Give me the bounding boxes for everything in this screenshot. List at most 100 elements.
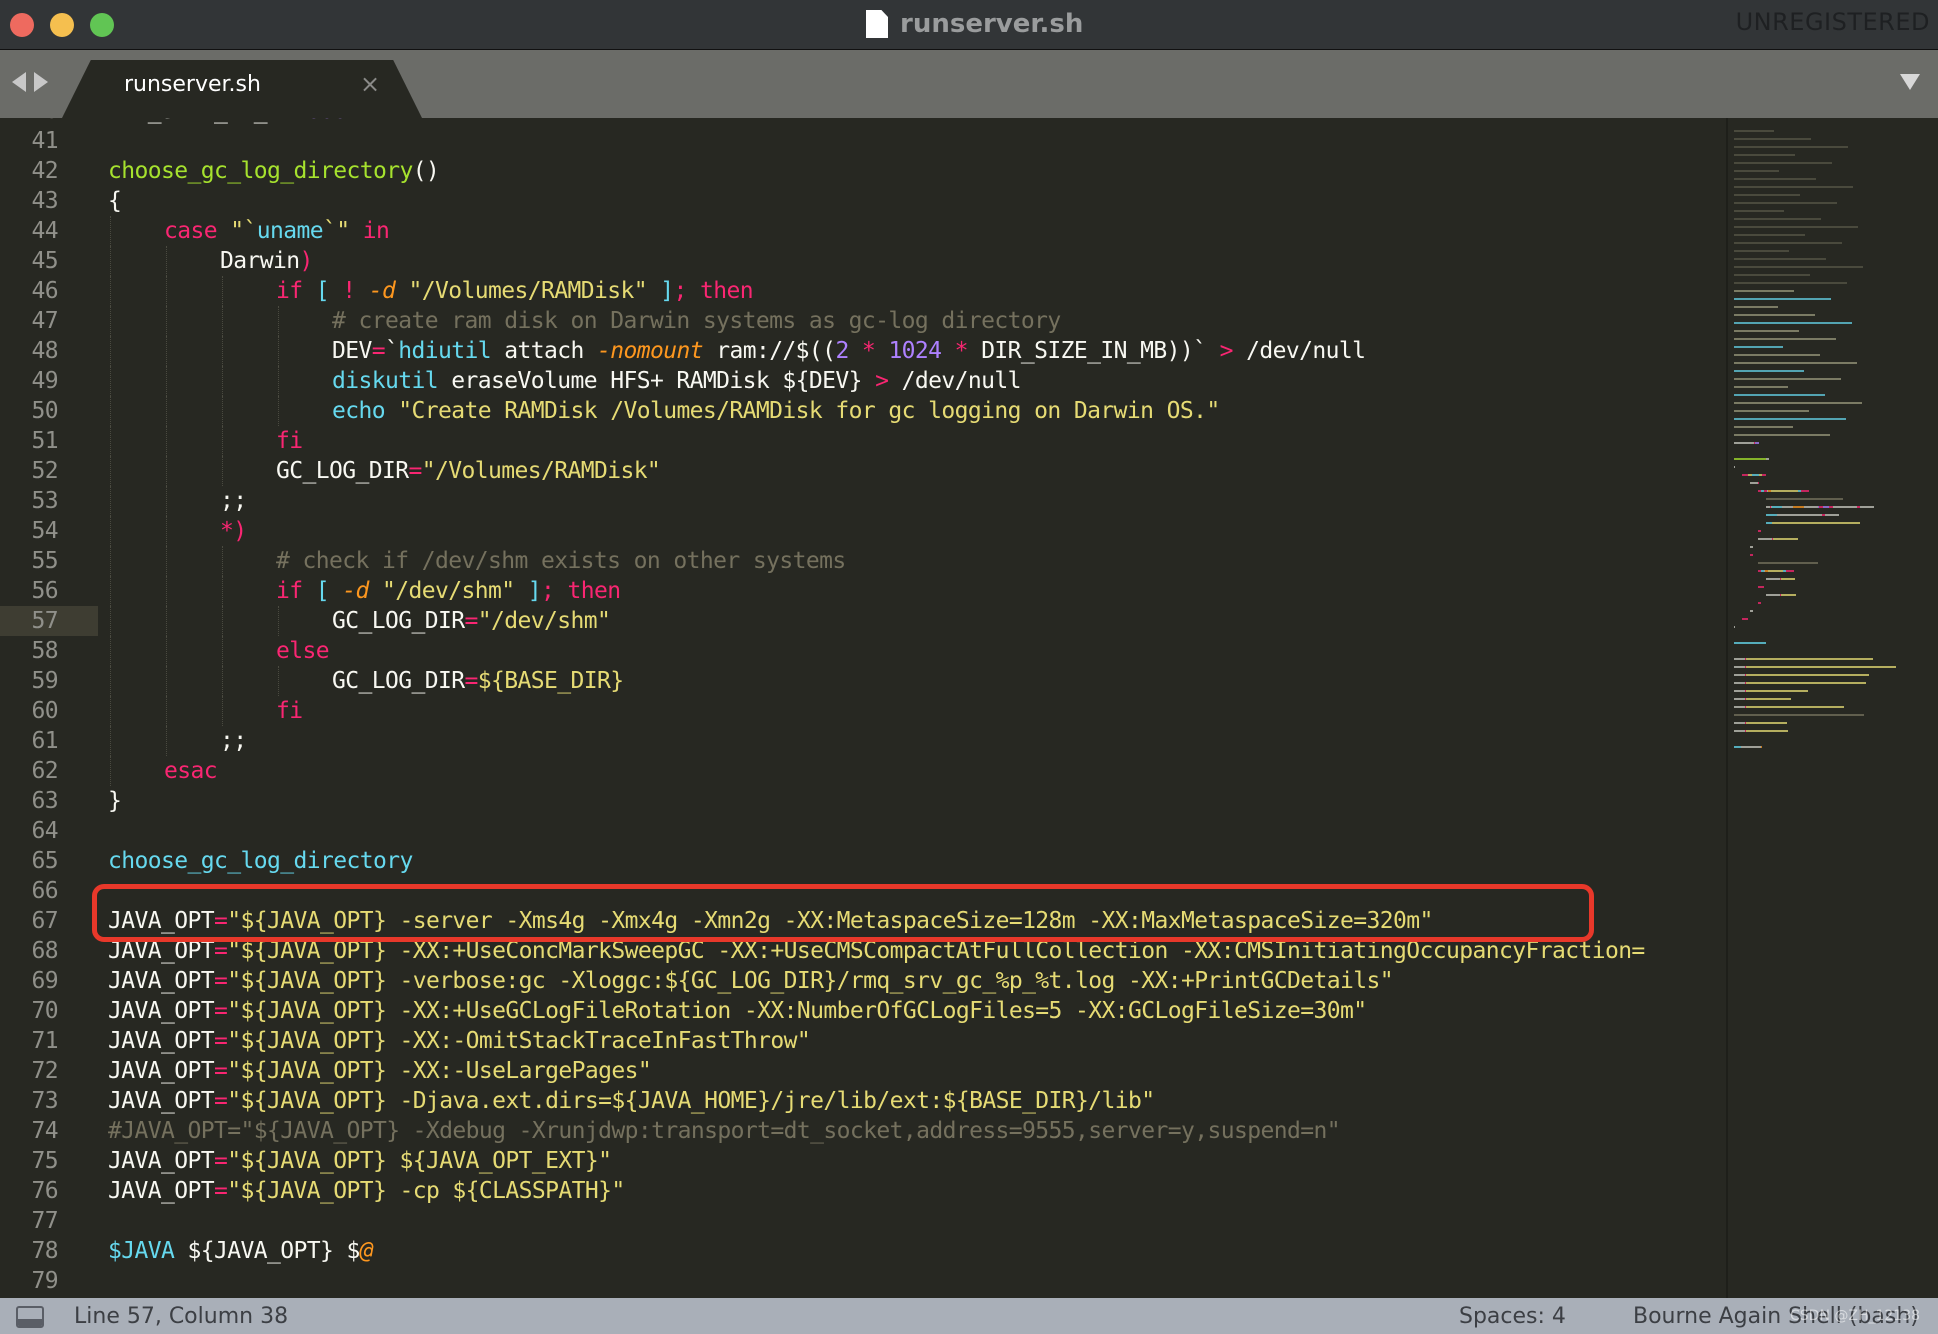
code-line[interactable]: 58 else <box>0 636 1726 666</box>
code-line[interactable]: 56 if [ -d "/dev/shm" ]; then <box>0 576 1726 606</box>
minimap-token <box>1758 482 1759 484</box>
code-line[interactable]: 49 diskutil eraseVolume HFS+ RAMDisk ${DE… <box>0 366 1726 396</box>
minimap-line <box>1734 314 1815 316</box>
minimap-token <box>1860 506 1874 508</box>
minimap-token <box>1734 466 1735 468</box>
tab-label[interactable]: runserver.sh <box>124 72 261 97</box>
line-number: 69 <box>31 968 59 994</box>
indent-guide <box>222 606 223 636</box>
minimap-line <box>1734 386 1788 388</box>
minimap-line <box>1734 354 1820 356</box>
code-line[interactable]: 53;; <box>0 486 1726 516</box>
indent-guide <box>110 486 111 516</box>
code-line[interactable]: 48 DEV=`hdiutil attach -nomount ram://$((… <box>0 336 1726 366</box>
code-line[interactable]: 45 Darwin) <box>0 246 1726 276</box>
minimap-token <box>1734 698 1745 700</box>
license-status: UNREGISTERED <box>1735 8 1930 36</box>
window-maximize-button[interactable] <box>90 13 114 37</box>
code-line[interactable]: 67 JAVA_OPT="${JAVA_OPT} -server -Xms4g -… <box>0 906 1726 936</box>
code-line[interactable]: 78 $JAVA ${JAVA_OPT} $@ <box>0 1236 1726 1266</box>
code-text: JAVA_OPT="${JAVA_OPT} -verbose:gc -Xlogg… <box>108 966 1394 996</box>
minimap-line <box>1734 242 1842 244</box>
minimap-line <box>1734 338 1836 340</box>
code-line[interactable]: 57 GC_LOG_DIR="/dev/shm" <box>0 606 1726 636</box>
line-number: 45 <box>31 248 59 274</box>
minimap-token <box>1734 442 1754 444</box>
minimap-token <box>1734 722 1745 724</box>
code-line[interactable]: 63} <box>0 786 1726 816</box>
minimap-token <box>1734 642 1766 644</box>
code-line[interactable]: 59 GC_LOG_DIR=${BASE_DIR} <box>0 666 1726 696</box>
code-line[interactable]: 55 # check if /dev/shm exists on other sy… <box>0 546 1726 576</box>
code-line[interactable]: 73 JAVA_OPT="${JAVA_OPT} -Djava.ext.dirs=… <box>0 1086 1726 1116</box>
indent-guide <box>166 276 167 306</box>
code-token: if <box>276 578 303 604</box>
code-line[interactable]: 69 JAVA_OPT="${JAVA_OPT} -verbose:gc -Xlo… <box>0 966 1726 996</box>
code-line[interactable]: 66 <box>0 876 1726 906</box>
indent-guide <box>222 696 223 726</box>
indent-guide <box>110 306 111 336</box>
indent-guide <box>222 276 223 306</box>
code-line[interactable]: 70 JAVA_OPT="${JAVA_OPT} -XX:+UseGCLogFil… <box>0 996 1726 1026</box>
code-line[interactable]: 47 # create ram disk on Darwin systems as… <box>0 306 1726 336</box>
minimap-token <box>1772 506 1782 508</box>
code-line[interactable]: 79 <box>0 1266 1726 1296</box>
line-number: 40 <box>0 118 98 126</box>
minimap[interactable] <box>1726 118 1938 1298</box>
window-close-button[interactable] <box>10 13 34 37</box>
indent-guide <box>110 336 111 366</box>
minimap-token <box>1833 506 1857 508</box>
code-line[interactable]: 77 <box>0 1206 1726 1236</box>
code-line[interactable]: 76 JAVA_OPT="${JAVA_OPT} -cp ${CLASSPATH}… <box>0 1176 1726 1206</box>
window-title: runserver.sh <box>900 9 1084 39</box>
code-line[interactable]: 50 echo "Create RAMDisk /Volumes/RAMDisk … <box>0 396 1726 426</box>
indent-guide <box>222 336 223 366</box>
panel-toggle-icon[interactable] <box>16 1306 44 1328</box>
indent-guide <box>166 336 167 366</box>
code-line[interactable]: 62 esac <box>0 756 1726 786</box>
minimap-line <box>1734 434 1830 436</box>
indent-guide <box>166 636 167 666</box>
code-text: JAVA_OPT="${JAVA_OPT} -XX:-UseLargePages… <box>108 1056 652 1086</box>
code-line[interactable]: 40 DIR_SIZE_IN_MB=600 <box>0 118 1726 126</box>
minimap-line <box>1734 250 1789 252</box>
code-line[interactable]: 42 choose_gc_log_directory() <box>0 156 1726 186</box>
code-line[interactable]: 64 <box>0 816 1726 846</box>
code-line[interactable]: 52 GC_LOG_DIR="/Volumes/RAMDisk" <box>0 456 1726 486</box>
indent-guide <box>222 546 223 576</box>
nav-back-icon[interactable] <box>12 72 26 92</box>
code-line[interactable]: 44 case "`uname`" in <box>0 216 1726 246</box>
code-line[interactable]: 65 choose_gc_log_directory <box>0 846 1726 876</box>
code-line[interactable]: 41 <box>0 126 1726 156</box>
code-line[interactable]: 71 JAVA_OPT="${JAVA_OPT} -XX:-OmitStackTr… <box>0 1026 1726 1056</box>
line-number: 60 <box>31 698 59 724</box>
code-text: fi <box>276 426 303 456</box>
window-minimize-button[interactable] <box>50 13 74 37</box>
indent-guide <box>166 306 167 336</box>
code-token: ; <box>540 578 555 604</box>
code-line[interactable]: 74 #JAVA_OPT="${JAVA_OPT} -Xdebug -Xrunjd… <box>0 1116 1726 1146</box>
code-line[interactable]: 43 { <box>0 186 1726 216</box>
code-line[interactable]: 60 fi <box>0 696 1726 726</box>
line-number: 57 <box>0 606 98 636</box>
code-line[interactable]: 51 fi <box>0 426 1726 456</box>
code-line[interactable]: 75 JAVA_OPT="${JAVA_OPT} ${JAVA_OPT_EXT}" <box>0 1146 1726 1176</box>
code-line[interactable]: 68 JAVA_OPT="${JAVA_OPT} -XX:+UseConcMark… <box>0 936 1726 966</box>
tab-overflow-chevron-down-icon[interactable] <box>1900 74 1920 90</box>
code-line[interactable]: 54 *) <box>0 516 1726 546</box>
code-token: JAVA_OPT <box>108 968 215 994</box>
indent-guide <box>166 366 167 396</box>
code-line[interactable]: 46 if [ ! -d "/Volumes/RAMDisk" ]; then <box>0 276 1726 306</box>
code-line[interactable]: 72 JAVA_OPT="${JAVA_OPT} -XX:-UseLargePag… <box>0 1056 1726 1086</box>
code-line[interactable]: 61;; <box>0 726 1726 756</box>
nav-forward-icon[interactable] <box>34 72 48 92</box>
code-editor[interactable]: 40DIR_SIZE_IN_MB=6004142choose_gc_log_di… <box>0 118 1726 1298</box>
indent-guide <box>110 696 111 726</box>
tab-close-icon[interactable]: × <box>360 70 380 98</box>
code-token: ; <box>673 278 687 304</box>
cursor-position[interactable]: Line 57, Column 38 <box>74 1304 288 1329</box>
indentation-setting[interactable]: Spaces: 4 <box>1459 1304 1566 1329</box>
code-token: #JAVA_OPT="${JAVA_OPT} -Xdebug -Xrunjdwp… <box>108 1118 1341 1144</box>
indent-guide <box>166 726 167 756</box>
code-token: diskutil <box>332 368 439 394</box>
